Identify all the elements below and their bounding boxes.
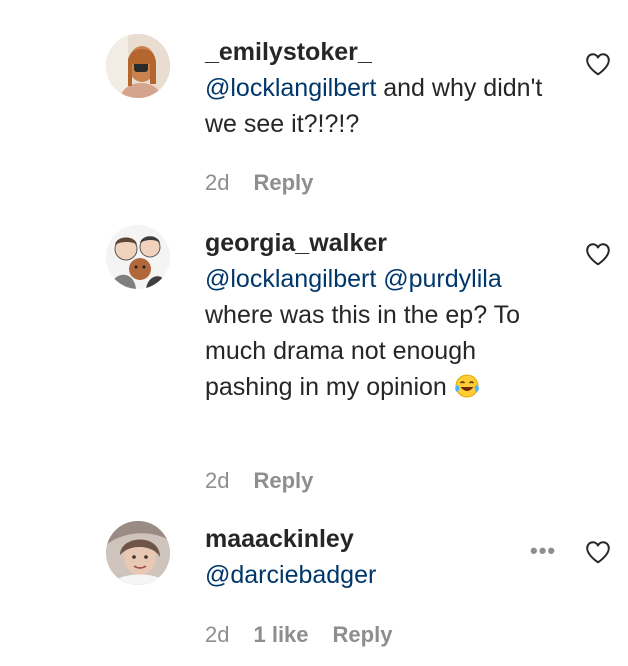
more-options-icon[interactable]: ••• — [530, 538, 556, 564]
likes-count-button[interactable]: 1 like — [253, 622, 308, 647]
mention-link[interactable]: @darciebadger — [205, 561, 376, 589]
comment-text: @darciebadger — [205, 557, 545, 593]
heart-icon[interactable] — [585, 540, 611, 564]
comment-username[interactable]: maaackinley — [205, 521, 545, 557]
comment-item: maaackinley @darciebadger ••• 2d 1 like Re… — [0, 0, 628, 666]
avatar-photo — [106, 521, 170, 585]
avatar[interactable] — [106, 521, 170, 585]
comment-timestamp: 2d — [205, 622, 230, 647]
comment-meta: 2d 1 like Reply — [205, 620, 392, 650]
reply-button[interactable]: Reply — [333, 622, 393, 647]
